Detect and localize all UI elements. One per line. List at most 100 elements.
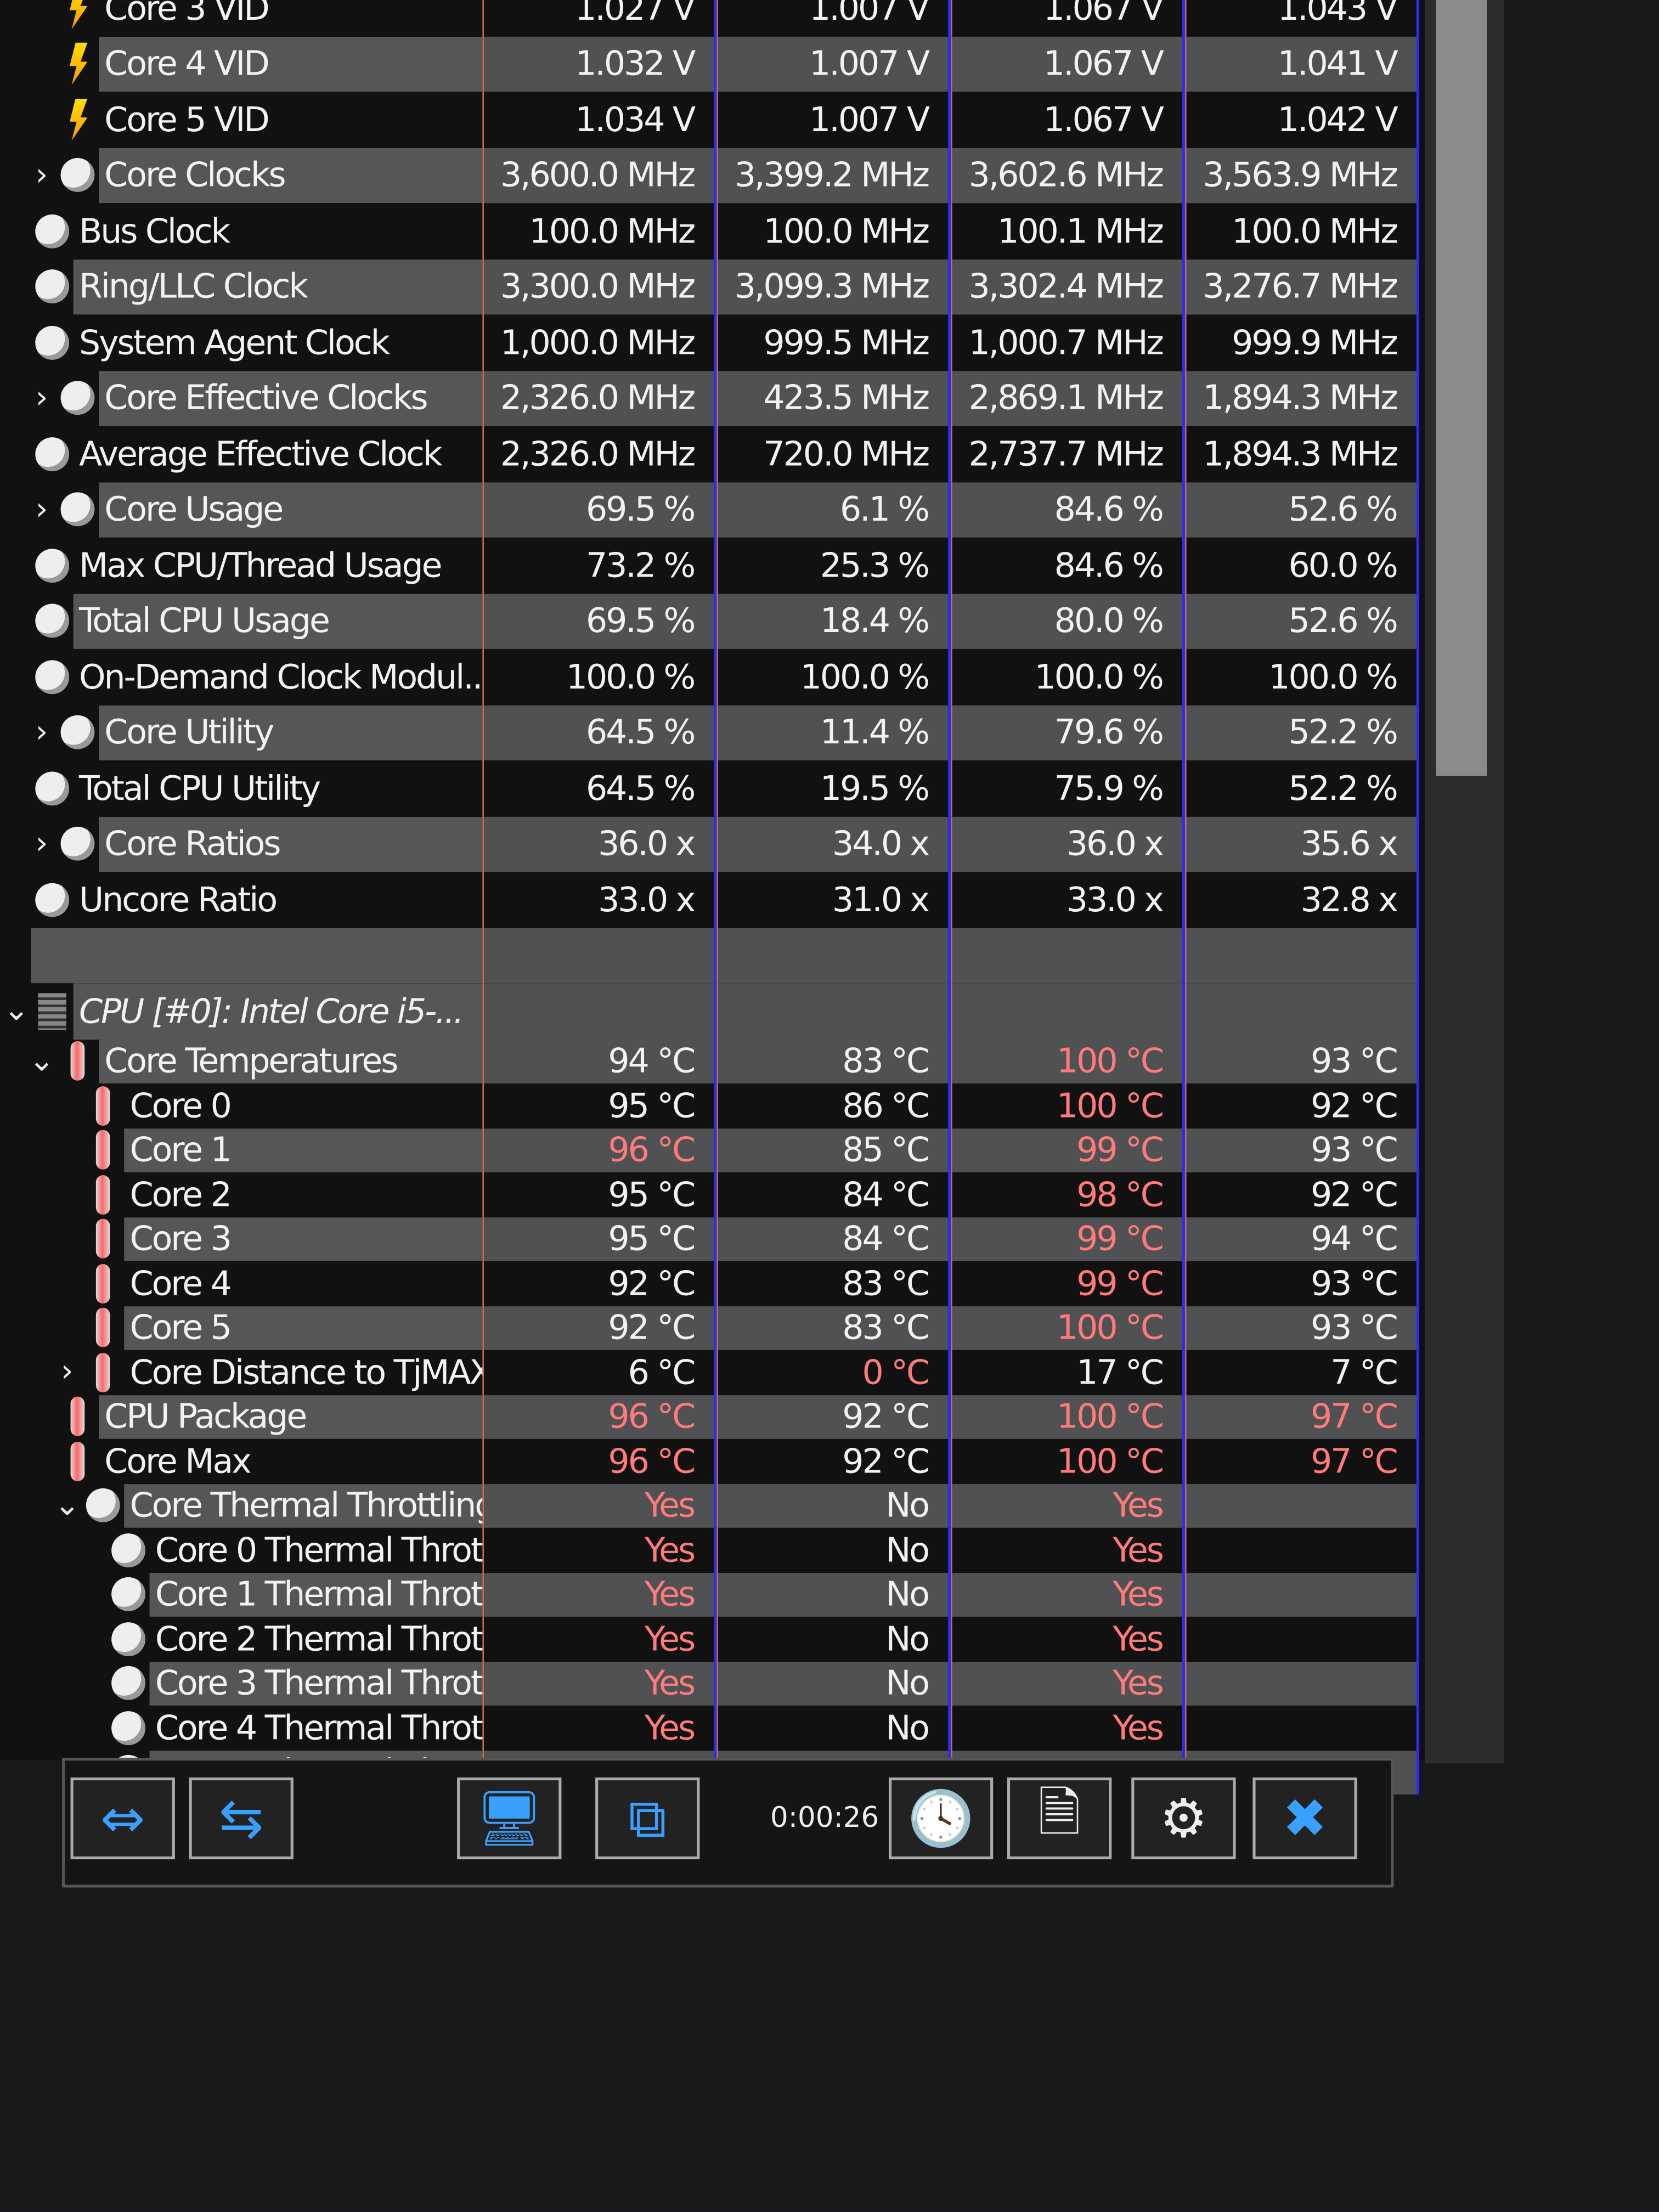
sensor-row[interactable]: › Core Usage 69.5 % 6.1 % 84.6 % 52.6 % bbox=[0, 482, 1425, 538]
value-average: 1,894.3 MHz bbox=[1184, 426, 1419, 482]
sensor-name: Core Thermal Throttling bbox=[124, 1483, 483, 1528]
sensor-row[interactable]: Core 3 Thermal Throt... Yes No Yes bbox=[0, 1661, 1425, 1706]
sensor-row[interactable]: ⌄ CPU [#0]: Intel Core i5-... bbox=[0, 983, 1425, 1039]
sensor-row[interactable]: System Agent Clock 1,000.0 MHz 999.5 MHz 1,… bbox=[0, 314, 1425, 370]
chevron-right-icon[interactable]: › bbox=[25, 492, 57, 527]
value-current: Yes bbox=[482, 1705, 717, 1750]
value-maximum bbox=[951, 983, 1185, 1039]
value-average: 52.6 % bbox=[1184, 593, 1419, 649]
clock-icon bbox=[57, 154, 99, 196]
chevron-right-icon[interactable]: › bbox=[25, 715, 57, 750]
chevron-right-icon[interactable]: › bbox=[25, 826, 57, 861]
sensor-row[interactable]: Average Effective Clock 2,326.0 MHz 720.0 … bbox=[0, 426, 1425, 482]
sensor-label-cell: Core 2 bbox=[0, 1172, 482, 1217]
clock-icon bbox=[107, 1573, 149, 1616]
sensor-row[interactable]: Core 4 Thermal Throt... Yes No Yes bbox=[0, 1705, 1425, 1750]
sensor-row[interactable]: Core 1 96 °C 85 °C 99 °C 93 °C bbox=[0, 1127, 1425, 1172]
value-minimum: 0 °C bbox=[716, 1350, 951, 1395]
value-average: 97 °C bbox=[1184, 1438, 1419, 1483]
settings-button[interactable]: ⚙ bbox=[1131, 1777, 1236, 1860]
value-average bbox=[1184, 1705, 1419, 1750]
sensor-label-cell: › Core Utility bbox=[0, 704, 483, 760]
value-minimum: 423.5 MHz bbox=[716, 370, 951, 426]
sensor-row[interactable]: Total CPU Usage 69.5 % 18.4 % 80.0 % 52.6 % bbox=[0, 593, 1425, 649]
value-minimum: 34.0 x bbox=[716, 816, 951, 872]
clock-icon bbox=[57, 377, 99, 419]
sensor-row[interactable]: › Core Utility 64.5 % 11.4 % 79.6 % 52.2 % bbox=[0, 704, 1425, 760]
sensor-row[interactable]: Core 2 Thermal Throt... Yes No Yes bbox=[0, 1616, 1425, 1661]
value-average bbox=[1184, 983, 1419, 1039]
network-button[interactable]: ⧉ bbox=[595, 1777, 700, 1860]
sensor-row[interactable]: Core 4 92 °C 83 °C 99 °C 93 °C bbox=[0, 1261, 1425, 1306]
sensor-row[interactable]: ⌄ Core Thermal Throttling Yes No Yes bbox=[0, 1483, 1425, 1528]
sensor-row[interactable]: › Core Ratios 36.0 x 34.0 x 36.0 x 35.6 x bbox=[0, 816, 1425, 872]
sensor-row[interactable]: › Core Effective Clocks 2,326.0 MHz 423.5 M… bbox=[0, 370, 1425, 426]
value-maximum: 100 °C bbox=[951, 1394, 1185, 1439]
sensor-row[interactable]: Core 2 95 °C 84 °C 98 °C 92 °C bbox=[0, 1172, 1425, 1217]
monitor-button[interactable]: 🖥 bbox=[457, 1777, 562, 1860]
sensor-row[interactable]: Uncore Ratio 33.0 x 31.0 x 33.0 x 32.8 x bbox=[0, 872, 1425, 928]
sensor-row[interactable]: Core 4 VID 1.032 V 1.007 V 1.067 V 1.041 V bbox=[0, 36, 1425, 92]
sensor-row[interactable]: Core 3 VID 1.027 V 1.007 V 1.067 V 1.043 V bbox=[0, 0, 1425, 36]
value-minimum: 18.4 % bbox=[716, 593, 951, 649]
value-maximum: 100.1 MHz bbox=[951, 203, 1185, 259]
clock-icon bbox=[57, 823, 99, 865]
clock-icon bbox=[107, 1618, 149, 1660]
value-minimum: 92 °C bbox=[716, 1394, 951, 1439]
sensor-row[interactable]: CPU Package 96 °C 92 °C 100 °C 97 °C bbox=[0, 1394, 1425, 1439]
sensor-row[interactable]: On-Demand Clock Modul... 100.0 % 100.0 % 10… bbox=[0, 648, 1425, 705]
log-button[interactable]: 🗎 bbox=[1007, 1777, 1112, 1860]
sensor-row[interactable]: Core 0 95 °C 86 °C 100 °C 92 °C bbox=[0, 1083, 1425, 1128]
value-minimum: No bbox=[716, 1705, 951, 1750]
chevron-down-icon[interactable]: ⌄ bbox=[0, 994, 31, 1029]
sensor-name: CPU [#0]: Intel Core i5-... bbox=[73, 983, 483, 1039]
close-button[interactable]: ✖ bbox=[1252, 1777, 1357, 1860]
sensor-row[interactable]: Total CPU Utility 64.5 % 19.5 % 75.9 % 52.2 … bbox=[0, 760, 1425, 816]
sensor-row[interactable]: Core 5 92 °C 83 °C 100 °C 93 °C bbox=[0, 1305, 1425, 1350]
sensor-row[interactable]: Core 1 Thermal Throt... Yes No Yes bbox=[0, 1572, 1425, 1617]
value-average bbox=[1184, 927, 1419, 984]
chevron-right-icon[interactable]: › bbox=[25, 157, 57, 193]
chevron-down-icon[interactable]: ⌄ bbox=[25, 1043, 57, 1079]
value-current bbox=[482, 927, 717, 984]
scrollbar-thumb[interactable] bbox=[1436, 0, 1487, 776]
value-maximum: 3,302.4 MHz bbox=[951, 258, 1185, 315]
value-minimum: 1.007 V bbox=[716, 0, 951, 36]
sensor-row[interactable]: Ring/LLC Clock 3,300.0 MHz 3,099.3 MHz 3,30… bbox=[0, 258, 1425, 315]
sensor-name: Core 4 VID bbox=[98, 36, 483, 92]
value-average: 100.0 % bbox=[1184, 648, 1419, 705]
reset-timer-button[interactable]: 🕓 bbox=[888, 1777, 994, 1860]
sensor-row[interactable]: Max CPU/Thread Usage 73.2 % 25.3 % 84.6 % 60… bbox=[0, 537, 1425, 594]
sensor-row[interactable]: Core Max 96 °C 92 °C 100 °C 97 °C bbox=[0, 1438, 1425, 1483]
chevron-down-icon[interactable]: ⌄ bbox=[51, 1488, 82, 1523]
value-maximum: 2,869.1 MHz bbox=[951, 370, 1185, 426]
sensor-row[interactable]: ⌄ Core Temperatures 94 °C 83 °C 100 °C 93 °C bbox=[0, 1039, 1425, 1084]
sensor-row[interactable]: › Core Distance to TjMAX 6 °C 0 °C 17 °C 7 °C bbox=[0, 1350, 1425, 1395]
sensor-name: Core Clocks bbox=[98, 147, 483, 204]
value-current: 95 °C bbox=[482, 1172, 717, 1217]
sensor-name: Core Usage bbox=[98, 482, 483, 538]
sensor-row[interactable]: Core 5 VID 1.034 V 1.007 V 1.067 V 1.042 V bbox=[0, 92, 1425, 148]
value-current: 95 °C bbox=[482, 1216, 717, 1261]
chevron-right-icon[interactable]: › bbox=[25, 381, 57, 416]
expand-columns-button[interactable]: ⇔ bbox=[70, 1777, 175, 1860]
chevron-right-icon[interactable]: › bbox=[51, 1355, 82, 1390]
sensor-label-cell: Core 1 bbox=[0, 1127, 483, 1172]
value-minimum: No bbox=[716, 1616, 951, 1661]
value-minimum: 83 °C bbox=[716, 1261, 951, 1306]
sensor-row[interactable] bbox=[0, 927, 1425, 984]
value-average: 52.2 % bbox=[1184, 760, 1419, 816]
collapse-columns-button[interactable]: ⇆ bbox=[189, 1777, 294, 1860]
sensor-row[interactable]: › Core Clocks 3,600.0 MHz 3,399.2 MHz 3,602.… bbox=[0, 147, 1425, 204]
sensor-row[interactable]: Core 0 Thermal Throt... Yes No Yes bbox=[0, 1527, 1425, 1572]
value-minimum: 1.007 V bbox=[716, 92, 951, 148]
thermometer-icon bbox=[82, 1129, 124, 1171]
bolt-icon bbox=[57, 0, 99, 30]
vertical-scrollbar[interactable] bbox=[1425, 0, 1504, 1764]
value-maximum: 84.6 % bbox=[951, 537, 1185, 594]
value-current: Yes bbox=[482, 1661, 717, 1706]
value-maximum: 100 °C bbox=[951, 1039, 1185, 1084]
value-minimum: 6.1 % bbox=[716, 482, 951, 538]
sensor-row[interactable]: Bus Clock 100.0 MHz 100.0 MHz 100.1 MHz 100.… bbox=[0, 203, 1425, 259]
sensor-row[interactable]: Core 3 95 °C 84 °C 99 °C 94 °C bbox=[0, 1216, 1425, 1261]
